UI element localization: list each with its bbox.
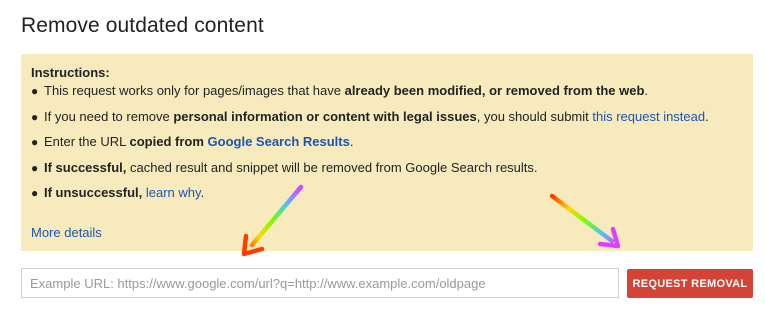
- this-request-instead-link[interactable]: this request instead: [592, 109, 705, 124]
- page-title: Remove outdated content: [21, 14, 264, 37]
- list-item: ● If you need to remove personal informat…: [31, 108, 709, 134]
- instruction-text: cached result and snippet will be remove…: [126, 159, 538, 175]
- instructions-list: ● This request works only for pages/image…: [31, 82, 709, 210]
- list-item: ● If unsuccessful, learn why.: [31, 184, 709, 210]
- instruction-text: , you should submit: [476, 108, 593, 124]
- remove-outdated-content-page: Remove outdated content Instructions: ● T…: [0, 0, 765, 310]
- learn-why-link[interactable]: learn why: [146, 185, 201, 200]
- instruction-text: .: [200, 185, 205, 200]
- instruction-text: .: [705, 108, 709, 124]
- bullet-icon: ●: [31, 186, 39, 200]
- more-details-link[interactable]: More details: [31, 225, 102, 240]
- bullet-icon: ●: [31, 135, 39, 149]
- instruction-text: Enter the URL: [44, 134, 130, 149]
- instruction-emphasis: personal information or content with leg…: [173, 108, 477, 124]
- instruction-emphasis: If successful,: [44, 159, 127, 175]
- url-input[interactable]: [21, 268, 619, 298]
- instruction-emphasis: If unsuccessful,: [44, 185, 143, 200]
- instruction-text: .: [644, 83, 649, 98]
- list-item: ● If successful, cached result and snippe…: [31, 159, 709, 185]
- google-search-results-link[interactable]: Google Search Results: [208, 134, 350, 149]
- instructions-box: Instructions: ● This request works only f…: [21, 54, 753, 251]
- list-item: ● This request works only for pages/image…: [31, 82, 709, 108]
- list-item: ● Enter the URL copied from Google Search…: [31, 133, 709, 159]
- instruction-text: This request works only for pages/images…: [44, 83, 345, 98]
- instruction-text: If you need to remove: [44, 108, 174, 124]
- instruction-emphasis: copied from: [129, 134, 208, 149]
- instructions-heading: Instructions:: [31, 65, 110, 80]
- bullet-icon: ●: [31, 160, 39, 175]
- bullet-icon: ●: [31, 109, 39, 124]
- instruction-text: .: [349, 134, 354, 149]
- instruction-emphasis: already been modified, or removed from t…: [344, 83, 645, 98]
- request-removal-button[interactable]: REQUEST REMOVAL: [627, 269, 753, 298]
- bullet-icon: ●: [31, 84, 39, 98]
